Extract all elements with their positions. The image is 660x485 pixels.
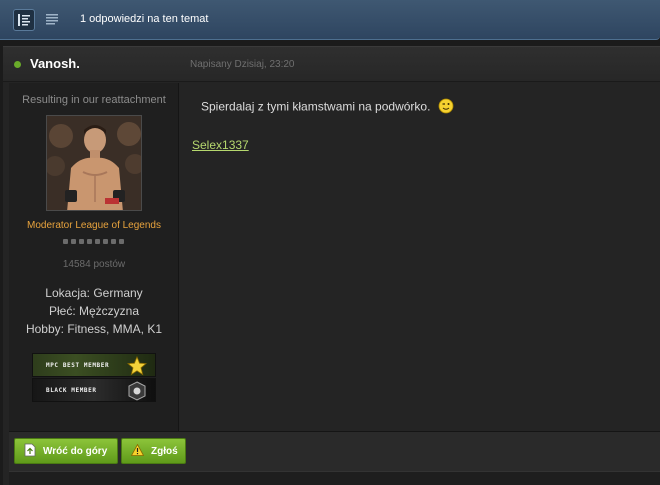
star-icon <box>126 355 148 380</box>
topic-header-bar: 1 odpowiedzi na ten temat <box>0 0 660 40</box>
warning-icon <box>130 443 145 459</box>
post-footer: Wróć do góry Zgłoś <box>9 431 660 471</box>
report-label: Zgłoś <box>151 445 178 457</box>
list-view-button[interactable] <box>41 9 63 31</box>
wink-smiley-icon <box>438 98 454 117</box>
rank-pip <box>95 239 100 244</box>
signature-link[interactable]: Selex1337 <box>192 138 249 152</box>
rank-pips <box>63 239 124 244</box>
post-content: Spierdalaj z tymi kłamstwami na podwórko… <box>201 98 454 117</box>
field-location: Lokacja: Germany <box>45 286 143 300</box>
award-black-member: BLACK MEMBER <box>32 378 156 402</box>
post: Vanosh. Napisany Dzisiaj, 23:20 Resultin… <box>3 46 660 485</box>
award-label: MPC BEST MEMBER <box>46 362 110 369</box>
field-gender: Płeć: Mężczyzna <box>48 304 140 318</box>
author-name[interactable]: Vanosh. <box>30 56 80 71</box>
replies-count: 1 odpowiedzi na ten temat <box>80 13 209 25</box>
post-header: Vanosh. Napisany Dzisiaj, 23:20 <box>3 47 660 82</box>
page-up-icon <box>24 443 36 460</box>
profile-fields: Lokacja: Germany Płeć: Mężczyzna Hobby: … <box>9 284 179 338</box>
report-button[interactable]: Zgłoś <box>121 438 186 464</box>
rank-pip <box>71 239 76 244</box>
rank-pip <box>63 239 68 244</box>
threaded-view-icon <box>14 14 34 26</box>
rank-pip <box>111 239 116 244</box>
emblem-icon <box>127 381 147 405</box>
rank-pip <box>103 239 108 244</box>
post-text: Spierdalaj z tymi kłamstwami na podwórko… <box>201 99 431 114</box>
rank-pip <box>87 239 92 244</box>
next-post-edge <box>9 471 660 485</box>
rank-pip <box>119 239 124 244</box>
award-label: BLACK MEMBER <box>46 387 97 394</box>
post-date: Napisany Dzisiaj, 23:20 <box>190 59 295 70</box>
post-count: 14584 postów <box>62 259 126 270</box>
member-group: Moderator League of Legends <box>27 220 161 231</box>
author-panel: Resulting in our reattachment Moderator … <box>9 83 179 431</box>
field-hobby: Hobby: Fitness, MMA, K1 <box>25 322 163 336</box>
post-body: Spierdalaj z tymi kłamstwami na podwórko… <box>183 83 660 431</box>
award-best-member: MPC BEST MEMBER <box>32 353 156 377</box>
back-to-top-label: Wróć do góry <box>43 445 108 457</box>
list-view-icon <box>41 13 63 25</box>
threaded-view-button[interactable] <box>13 9 35 31</box>
back-to-top-button[interactable]: Wróć do góry <box>14 438 118 464</box>
rank-pip <box>79 239 84 244</box>
online-status-icon <box>14 61 21 68</box>
avatar[interactable] <box>46 115 142 211</box>
user-title: Resulting in our reattachment <box>22 94 166 106</box>
